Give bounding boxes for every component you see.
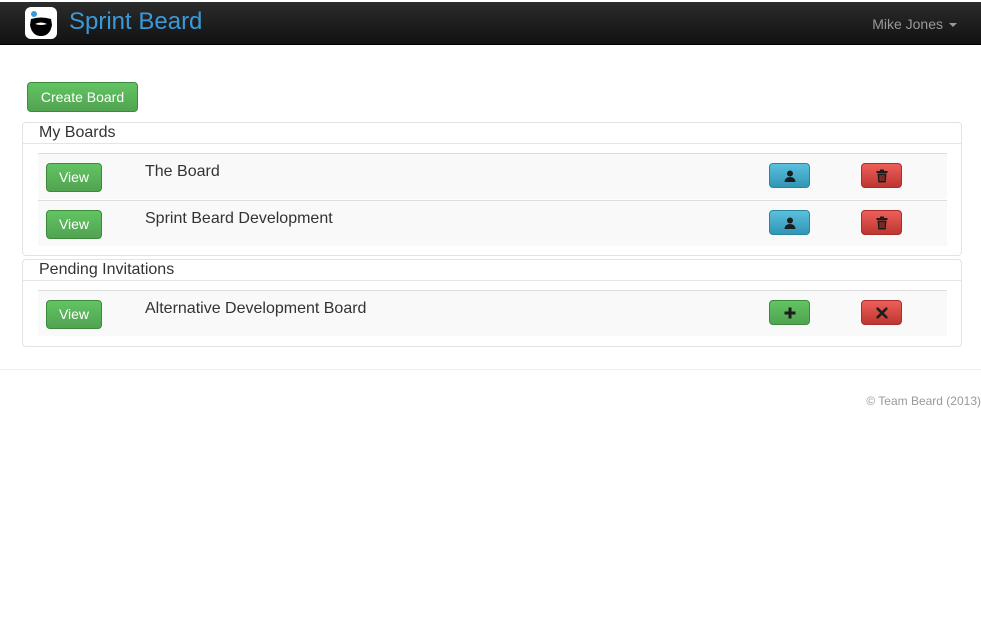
create-board-button[interactable]: Create Board [27, 82, 138, 112]
delete-board-button[interactable] [861, 163, 902, 188]
share-user-button[interactable] [769, 163, 810, 188]
beard-logo-icon[interactable] [25, 7, 57, 39]
view-button[interactable]: View [46, 210, 102, 239]
view-button[interactable]: View [46, 300, 102, 329]
delete-board-button[interactable] [861, 210, 902, 235]
trash-icon [876, 169, 887, 182]
view-button[interactable]: View [46, 163, 102, 192]
decline-invitation-button[interactable] [861, 300, 902, 325]
divider [23, 280, 961, 281]
my-boards-title: My Boards [39, 124, 116, 141]
user-icon [784, 217, 795, 229]
remove-icon [876, 307, 887, 318]
board-name: Sprint Beard Development [145, 210, 333, 227]
footer-divider [0, 369, 981, 370]
user-menu[interactable]: Mike Jones [872, 14, 957, 34]
board-row: View The Board [38, 153, 947, 199]
footer-copyright: © Team Beard (2013) [866, 394, 981, 408]
divider [23, 143, 961, 144]
brand-title[interactable]: Sprint Beard [69, 7, 202, 37]
accept-invitation-button[interactable] [769, 300, 810, 325]
caret-down-icon [949, 23, 957, 28]
pending-invitations-panel: Pending Invitations View Alternative Dev… [22, 259, 962, 347]
board-row: View Sprint Beard Development [38, 200, 947, 246]
board-name: The Board [145, 163, 220, 180]
board-name: Alternative Development Board [145, 300, 367, 317]
user-name: Mike Jones [872, 16, 943, 32]
my-boards-panel: My Boards View The Board View Sprint Bea… [22, 122, 962, 256]
top-navbar: Sprint Beard Mike Jones [0, 2, 981, 45]
invitation-row: View Alternative Development Board [38, 290, 947, 336]
pending-invitations-title: Pending Invitations [39, 261, 175, 278]
share-user-button[interactable] [769, 210, 810, 235]
trash-icon [876, 216, 887, 229]
plus-icon [784, 307, 795, 318]
user-icon [784, 170, 795, 182]
